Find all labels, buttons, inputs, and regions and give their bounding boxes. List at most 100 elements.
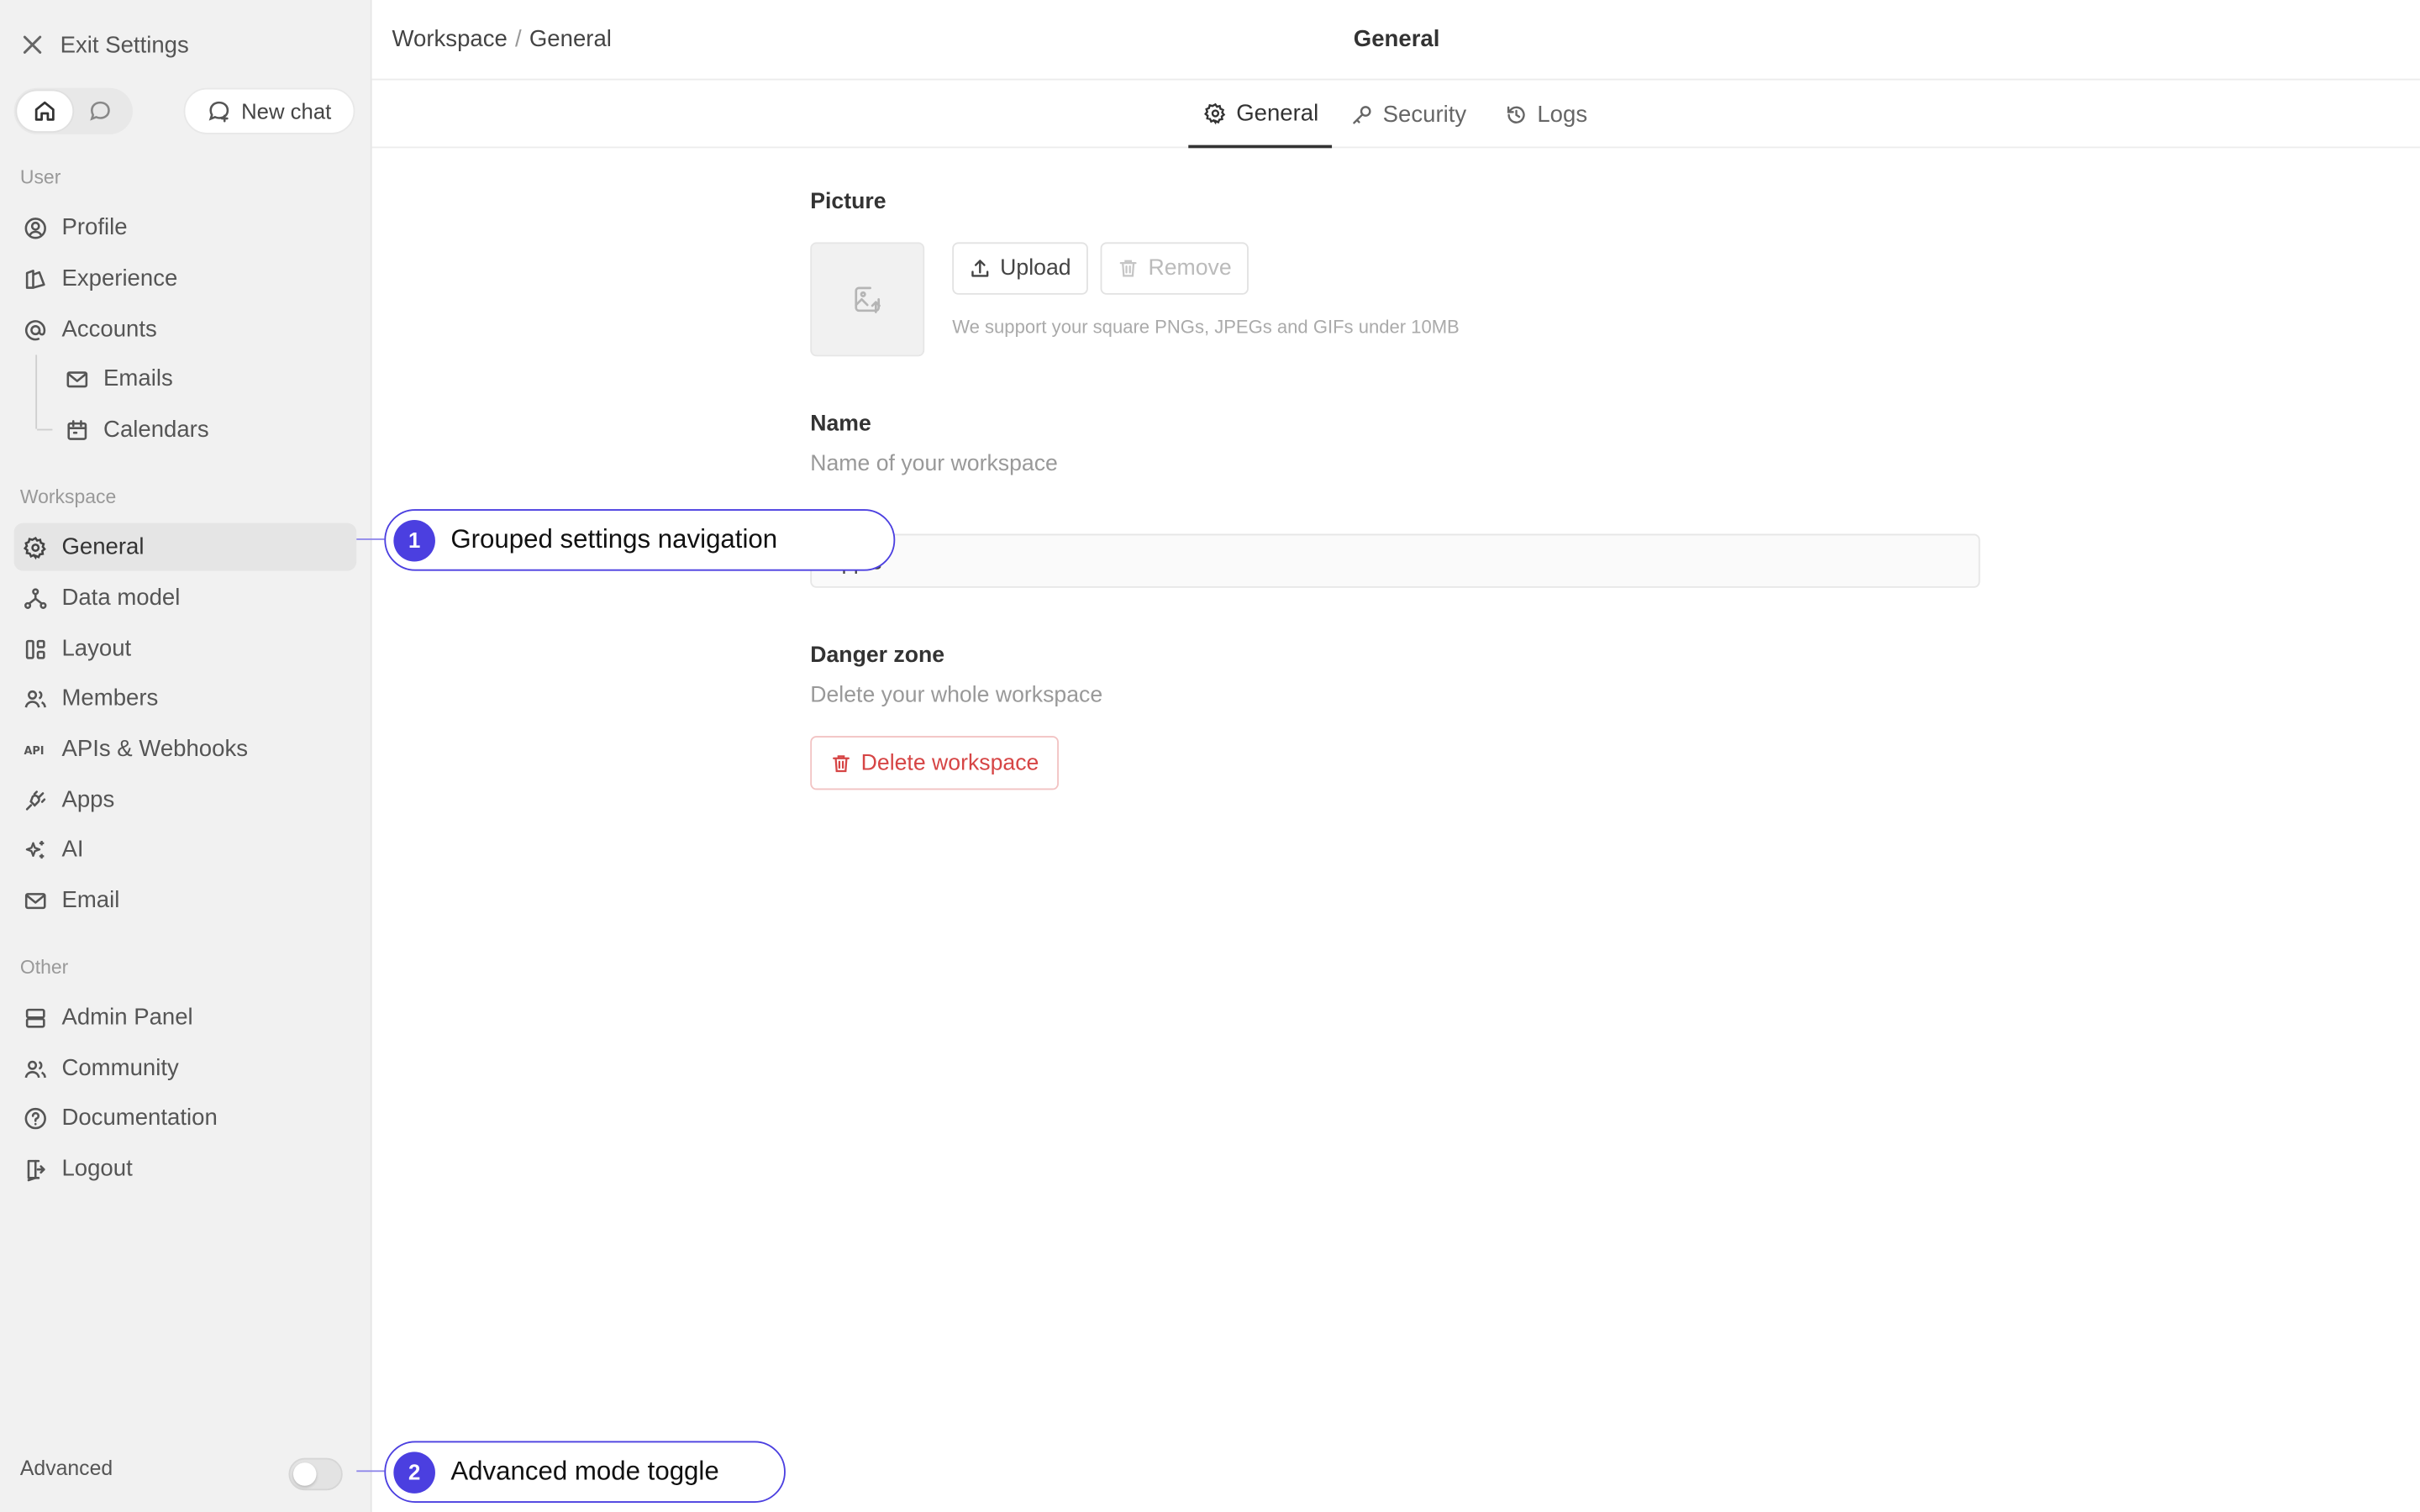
sidebar-item-apps[interactable]: Apps <box>14 776 357 824</box>
sidebar-item-label: Layout <box>61 635 132 662</box>
sidebar-item-calendars[interactable]: Calendars <box>55 406 356 454</box>
group-label-other: Other <box>19 956 69 979</box>
callout-connector <box>356 538 385 540</box>
sidebar-item-label: Admin Panel <box>61 1004 193 1031</box>
sidebar-item-admin-panel[interactable]: Admin Panel <box>14 994 357 1042</box>
tab-logs[interactable]: Logs <box>1505 81 1587 149</box>
hierarchy-icon <box>24 587 47 609</box>
remove-button[interactable]: Remove <box>1100 242 1249 295</box>
gear-icon <box>1203 102 1226 124</box>
workspace-picture[interactable] <box>810 242 925 357</box>
tree-connector <box>35 354 54 431</box>
sidebar-item-label: Profile <box>61 214 128 241</box>
sidebar-item-logout[interactable]: Logout <box>14 1145 357 1193</box>
picture-section-title: Picture <box>810 189 886 215</box>
settings-sidebar: Exit Settings New chat User Profile Expe… <box>0 0 372 1512</box>
delete-workspace-label: Delete workspace <box>860 750 1039 775</box>
api-icon: API <box>24 744 44 757</box>
image-upload-icon <box>855 286 881 313</box>
danger-section-title: Danger zone <box>810 643 945 669</box>
users-icon <box>24 1059 46 1078</box>
tab-security[interactable]: Security <box>1350 81 1466 149</box>
top-bar: Workspace / General General <box>371 0 2420 81</box>
callout-text: Grouped settings navigation <box>450 524 778 554</box>
sidebar-item-community[interactable]: Community <box>14 1044 357 1092</box>
callout-number: 2 <box>393 1451 435 1494</box>
sparkles-icon <box>25 840 45 858</box>
sidebar-item-profile[interactable]: Profile <box>14 203 357 251</box>
page-title: General <box>1353 26 1440 53</box>
sidebar-item-label: APIs & Webhooks <box>61 736 249 763</box>
callout-connector <box>356 1470 385 1473</box>
trash-icon <box>832 754 850 772</box>
help-circle-icon <box>24 1107 46 1129</box>
tab-general[interactable]: General <box>1188 81 1333 149</box>
exit-settings-button[interactable]: Exit Settings <box>20 24 189 65</box>
group-label-user: User <box>19 166 61 189</box>
delete-workspace-button[interactable]: Delete workspace <box>810 736 1059 790</box>
sidebar-item-members[interactable]: Members <box>14 675 357 722</box>
gear-icon <box>23 536 46 559</box>
palette-icon <box>25 269 45 288</box>
sidebar-item-label: Experience <box>61 265 178 292</box>
layout-icon <box>25 638 45 659</box>
sidebar-item-label: Accounts <box>61 316 157 343</box>
sidebar-item-accounts[interactable]: Accounts <box>14 306 357 354</box>
breadcrumb-separator: / <box>515 26 522 53</box>
advanced-mode-toggle[interactable] <box>288 1457 343 1491</box>
exit-settings-label: Exit Settings <box>60 31 189 58</box>
app-window: Exit Settings New chat User Profile Expe… <box>0 0 2420 1512</box>
sidebar-item-label: Emails <box>103 365 173 392</box>
workspace-name-input[interactable] <box>810 533 1981 588</box>
history-icon <box>1507 105 1525 123</box>
breadcrumb: Workspace / General <box>392 26 612 52</box>
upload-icon <box>971 260 989 277</box>
sidebar-item-label: Calendars <box>103 416 209 444</box>
tab-label: General <box>1236 99 1319 126</box>
mail-icon <box>66 370 88 387</box>
sidebar-item-label: Documentation <box>61 1105 218 1131</box>
logout-icon <box>27 1158 45 1181</box>
callout-text: Advanced mode toggle <box>450 1456 719 1486</box>
chat-bubble-icon <box>90 101 110 121</box>
home-icon <box>34 101 55 121</box>
sidebar-item-email[interactable]: Email <box>14 876 357 924</box>
new-chat-label: New chat <box>241 98 332 123</box>
name-section-title: Name <box>810 412 871 437</box>
toggle-knob <box>292 1462 317 1486</box>
tab-label: Logs <box>1537 101 1588 128</box>
sidebar-item-label: General <box>61 533 145 560</box>
svg-text:API: API <box>24 744 44 757</box>
at-sign-icon <box>24 319 46 340</box>
plug-icon <box>25 790 46 810</box>
sidebar-item-ai[interactable]: AI <box>14 826 357 874</box>
server-icon <box>25 1007 45 1027</box>
mail-icon <box>24 892 46 909</box>
callout-advanced-toggle: 2 Advanced mode toggle <box>384 1441 786 1503</box>
sidebar-item-apis-webhooks[interactable]: API APIs & Webhooks <box>14 725 357 773</box>
sidebar-item-experience[interactable]: Experience <box>14 255 357 302</box>
sidebar-item-emails[interactable]: Emails <box>55 354 356 402</box>
sidebar-item-data-model[interactable]: Data model <box>14 574 357 622</box>
callout-number: 1 <box>393 519 435 561</box>
sidebar-item-label: Email <box>61 887 120 914</box>
trash-icon <box>1119 260 1137 277</box>
new-chat-button[interactable]: New chat <box>183 87 355 134</box>
sidebar-item-general[interactable]: General <box>13 522 357 571</box>
danger-section-description: Delete your whole workspace <box>810 683 1103 709</box>
sidebar-item-label: Community <box>61 1055 179 1082</box>
tab-label: Security <box>1382 101 1467 128</box>
sidebar-item-label: Data model <box>61 585 181 612</box>
chat-switch[interactable] <box>72 91 128 131</box>
sidebar-item-documentation[interactable]: Documentation <box>14 1094 357 1142</box>
remove-label: Remove <box>1148 255 1232 281</box>
breadcrumb-workspace[interactable]: Workspace <box>392 26 508 52</box>
sidebar-item-label: Apps <box>61 786 115 813</box>
sidebar-item-layout[interactable]: Layout <box>14 625 357 673</box>
picture-hint: We support your square PNGs, JPEGs and G… <box>952 316 1460 339</box>
home-switch[interactable] <box>17 91 73 132</box>
key-icon <box>1353 105 1371 123</box>
user-circle-icon <box>24 217 46 239</box>
breadcrumb-general: General <box>529 26 612 53</box>
upload-button[interactable]: Upload <box>952 242 1088 295</box>
